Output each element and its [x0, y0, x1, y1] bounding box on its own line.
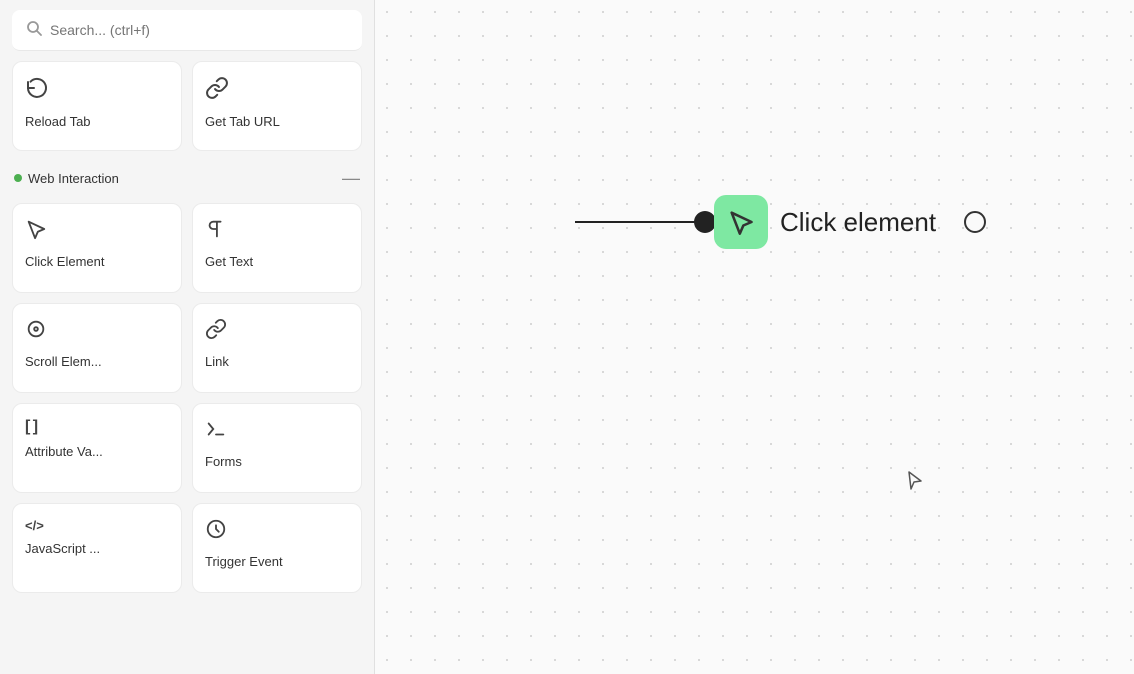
- link-icon: [205, 76, 229, 106]
- card-link[interactable]: Link: [192, 303, 362, 393]
- flow-node[interactable]: Click element: [575, 195, 986, 249]
- bracket-icon: [ ]: [25, 418, 37, 436]
- search-icon: [26, 20, 42, 40]
- section-dot: [14, 174, 22, 182]
- card-get-tab-url[interactable]: Get Tab URL: [192, 61, 362, 151]
- pilcrow-icon: [205, 218, 227, 246]
- search-bar[interactable]: [12, 10, 362, 51]
- panel-content: Reload Tab Get Tab URL Web Interaction —: [0, 61, 374, 674]
- forms-icon: [205, 418, 227, 446]
- card-javascript-label: JavaScript ...: [25, 541, 100, 556]
- connection-line: [575, 211, 716, 233]
- card-reload-tab-label: Reload Tab: [25, 114, 91, 129]
- card-scroll-element[interactable]: Scroll Elem...: [12, 303, 182, 393]
- chain-icon: [205, 318, 227, 346]
- card-forms-label: Forms: [205, 454, 242, 469]
- card-get-text[interactable]: Get Text: [192, 203, 362, 293]
- code-icon: </>: [25, 518, 44, 533]
- card-click-element[interactable]: Click Element: [12, 203, 182, 293]
- card-get-text-label: Get Text: [205, 254, 253, 269]
- canvas-cursor-indicator: [905, 470, 925, 497]
- web-interaction-section-header: Web Interaction —: [12, 161, 362, 195]
- section-title-label: Web Interaction: [28, 171, 119, 186]
- web-interaction-cards: Click Element Get Text: [12, 203, 362, 593]
- cursor-icon: [25, 218, 47, 246]
- card-scroll-element-label: Scroll Elem...: [25, 354, 102, 369]
- card-click-element-label: Click Element: [25, 254, 104, 269]
- canvas-area[interactable]: Click element: [375, 0, 1134, 674]
- card-trigger-event-label: Trigger Event: [205, 554, 283, 569]
- reload-icon: [25, 76, 49, 106]
- search-input[interactable]: [50, 22, 348, 38]
- left-panel: Reload Tab Get Tab URL Web Interaction —: [0, 0, 375, 674]
- card-javascript[interactable]: </> JavaScript ...: [12, 503, 182, 593]
- connection-dot: [694, 211, 716, 233]
- card-trigger-event[interactable]: Trigger Event: [192, 503, 362, 593]
- section-collapse-button[interactable]: —: [342, 169, 360, 187]
- card-link-label: Link: [205, 354, 229, 369]
- top-row: Reload Tab Get Tab URL: [12, 61, 362, 151]
- node-connector-right[interactable]: [964, 211, 986, 233]
- connection-bar: [575, 221, 695, 223]
- card-attribute-va[interactable]: [ ] Attribute Va...: [12, 403, 182, 493]
- scroll-icon: [25, 318, 47, 346]
- trigger-icon: [205, 518, 227, 546]
- node-icon-box: [714, 195, 768, 249]
- card-attribute-va-label: Attribute Va...: [25, 444, 103, 459]
- node-label: Click element: [780, 207, 936, 238]
- card-forms[interactable]: Forms: [192, 403, 362, 493]
- card-get-tab-url-label: Get Tab URL: [205, 114, 280, 129]
- card-reload-tab[interactable]: Reload Tab: [12, 61, 182, 151]
- section-title-web-interaction: Web Interaction: [14, 171, 119, 186]
- click-element-node[interactable]: Click element: [716, 195, 986, 249]
